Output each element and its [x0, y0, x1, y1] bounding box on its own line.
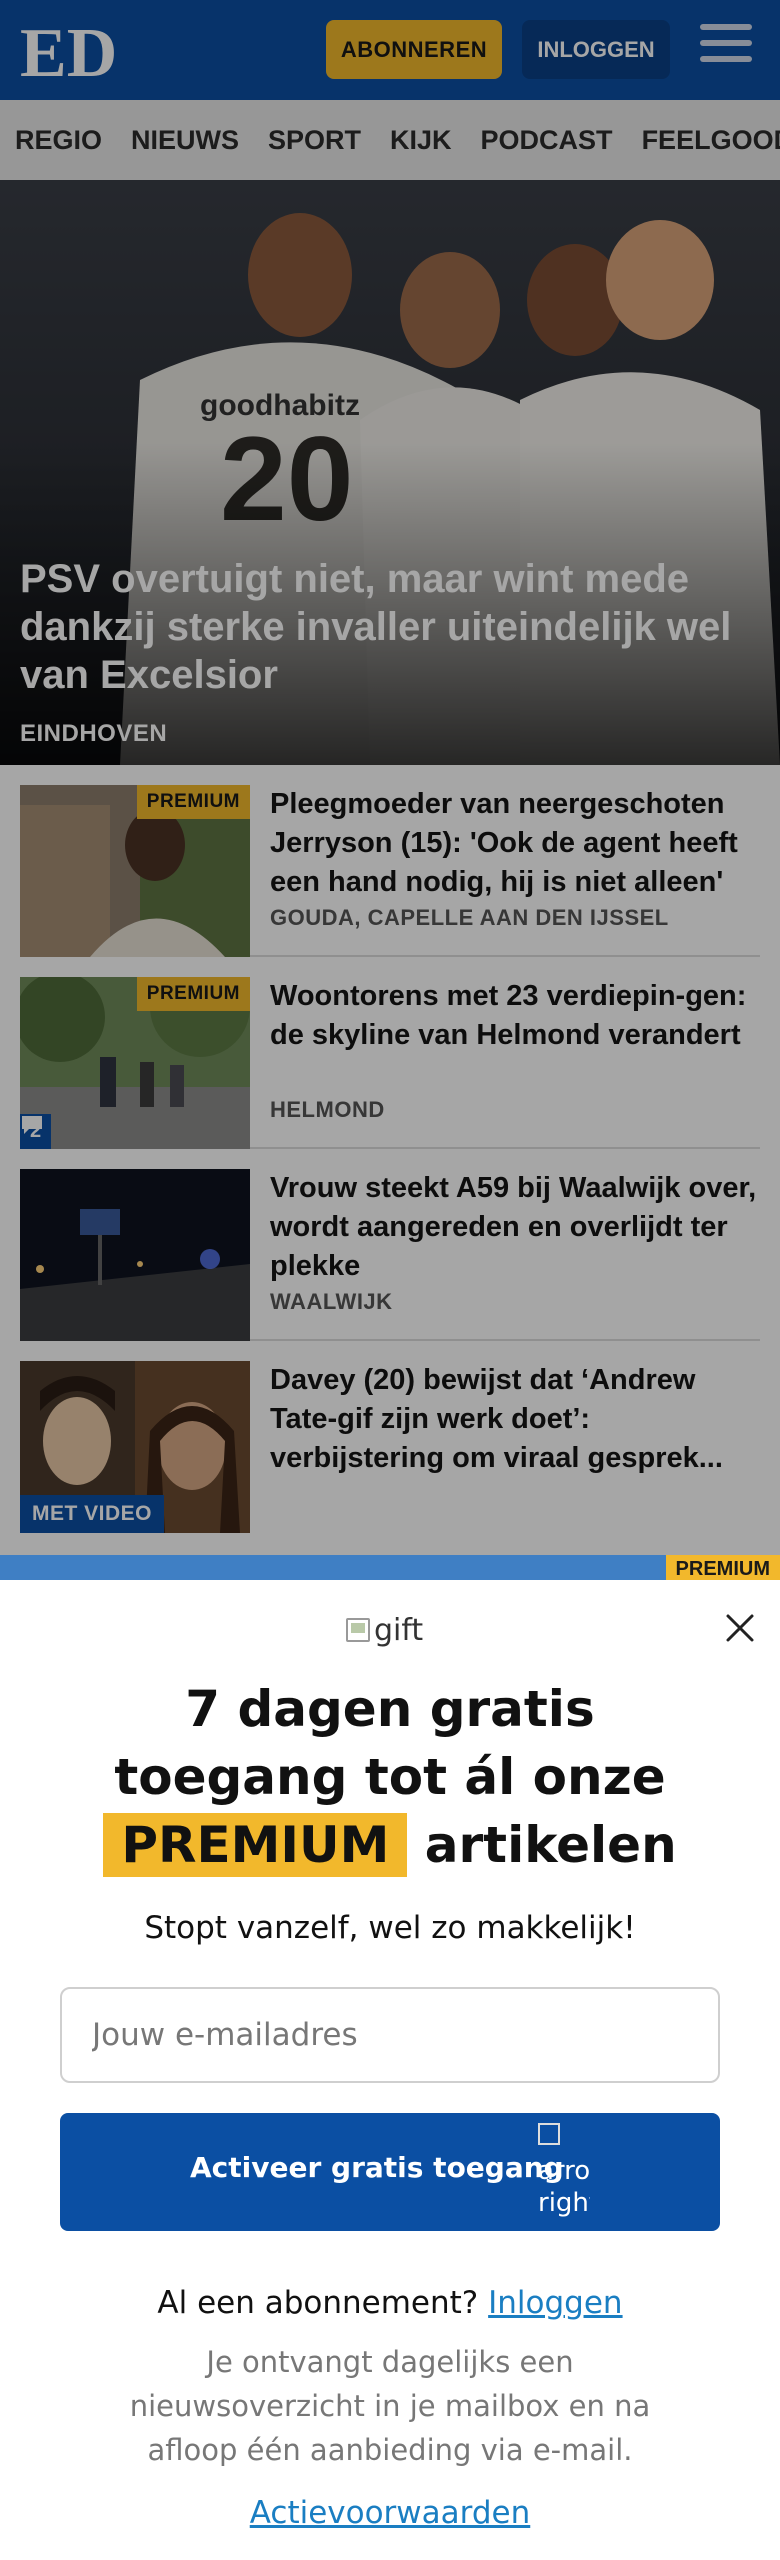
- next-article-peek: [0, 1555, 780, 1580]
- arrow-right-icon: arrow right: [538, 2123, 590, 2223]
- premium-trial-sheet: gift 7 dagen gratis toegang tot ál onze …: [0, 1580, 780, 2560]
- activate-trial-button[interactable]: Activeer gratis toegang arrow right: [60, 2113, 720, 2231]
- existing-subscription-line: Al een abonnement? Inloggen: [157, 2285, 623, 2321]
- promo-title: 7 dagen gratis toegang tot ál onze PREMI…: [0, 1675, 780, 1879]
- terms-link[interactable]: Actievoorwaarden: [250, 2495, 531, 2531]
- gift-icon: gift: [346, 1610, 436, 1650]
- close-icon[interactable]: [722, 1610, 758, 1646]
- email-field[interactable]: [60, 1987, 720, 2083]
- premium-badge: PREMIUM: [665, 1555, 780, 1580]
- promo-subtitle: Stopt vanzelf, wel zo makkelijk!: [144, 1910, 636, 1946]
- modal-backdrop[interactable]: [0, 0, 780, 1580]
- disclaimer-text: Je ontvangt dagelijks een nieuwsoverzich…: [129, 2345, 651, 2467]
- login-link[interactable]: Inloggen: [488, 2285, 622, 2321]
- premium-highlight: PREMIUM: [103, 1813, 408, 1877]
